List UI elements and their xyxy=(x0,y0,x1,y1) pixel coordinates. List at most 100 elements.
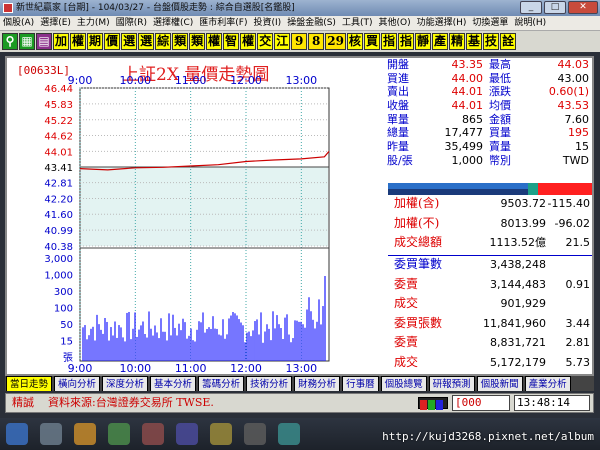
toolbar-button-2[interactable]: 期 xyxy=(87,33,104,50)
volume-tick-label: 100 xyxy=(54,304,73,315)
toolbar-button-15[interactable]: 8 xyxy=(308,33,325,50)
start-icon[interactable] xyxy=(6,423,28,445)
toolbar-button-1[interactable]: 權 xyxy=(70,33,87,50)
market-section: 委買筆數 3,438,248 委賣 3,144,483 0.91 成交 901,929 委買張… xyxy=(388,255,592,372)
toolbar-button-17[interactable]: 核 xyxy=(346,33,363,50)
market-label: 委買筆數 xyxy=(394,257,443,271)
app-icon-1[interactable] xyxy=(108,423,130,445)
tab-6[interactable]: 財務分析 xyxy=(294,376,341,391)
tab-0[interactable]: 當日走勢 xyxy=(6,376,53,391)
toolbar-button-10[interactable]: 智 xyxy=(223,33,240,50)
menu-item-1[interactable]: 選擇(E) xyxy=(40,18,71,28)
index-row: 加權(含) 9503.72 -115.40 xyxy=(388,194,592,214)
tab-5[interactable]: 技術分析 xyxy=(246,376,293,391)
menu-item-5[interactable]: 匯市利率(F) xyxy=(199,18,247,28)
toolbar-button-3[interactable]: 價 xyxy=(104,33,121,50)
menu-item-7[interactable]: 操盤金融(S) xyxy=(287,18,336,28)
toolbar-button-8[interactable]: 類 xyxy=(189,33,206,50)
menu-item-6[interactable]: 投資(I) xyxy=(254,18,282,28)
toolbar-button-26[interactable]: 詮 xyxy=(500,33,517,50)
maximize-button[interactable]: □ xyxy=(544,1,566,14)
quote-label: 幣別 xyxy=(489,153,511,167)
menu-item-0[interactable]: 個股(A) xyxy=(3,18,34,28)
grid-icon[interactable]: ▦ xyxy=(19,33,35,50)
time-tick-label-top: 12:00 xyxy=(230,74,262,87)
volume-tick-label: 張 xyxy=(63,352,73,364)
app-icon-2[interactable] xyxy=(142,423,164,445)
app-icon-4[interactable] xyxy=(210,423,232,445)
toolbar-button-14[interactable]: 9 xyxy=(291,33,308,50)
tab-4[interactable]: 籌碼分析 xyxy=(198,376,245,391)
quote-label: 買量 xyxy=(489,126,511,140)
toolbar-button-18[interactable]: 買 xyxy=(363,33,380,50)
toolbar-button-4[interactable]: 選 xyxy=(121,33,138,50)
toolbar-button-21[interactable]: 靜 xyxy=(414,33,431,50)
time-tick-label-top: 9:00 xyxy=(68,74,93,87)
tab-8[interactable]: 個股總覽 xyxy=(380,376,427,391)
toolbar-button-6[interactable]: 綜 xyxy=(155,33,172,50)
menu-item-4[interactable]: 選擇權(C) xyxy=(153,18,193,28)
toolbar-button-20[interactable]: 指 xyxy=(397,33,414,50)
index-label: 加權(含) xyxy=(394,196,440,210)
quote-value: 17,477 xyxy=(444,126,484,140)
tab-11[interactable]: 產業分析 xyxy=(524,376,571,391)
folder-icon[interactable] xyxy=(74,423,96,445)
app-icon-5[interactable] xyxy=(244,423,266,445)
menu-item-3[interactable]: 國際(R) xyxy=(116,18,147,28)
toolbar-button-22[interactable]: 產 xyxy=(432,33,449,50)
menu-item-11[interactable]: 切換選單 xyxy=(472,18,508,28)
quote-label: 總量 xyxy=(387,126,409,140)
menu-item-10[interactable]: 功能選擇(H) xyxy=(417,18,467,28)
price-tick-label: 42.81 xyxy=(44,179,73,190)
main-panel: [00633L] 上証2X 量價走勢圖 46.44 45.83 45.22 44.62… xyxy=(5,56,594,376)
quote-row: 昨量 35,499 賣量 15 xyxy=(387,140,592,154)
toolbar-button-11[interactable]: 權 xyxy=(240,33,257,50)
volume-tick-label: 1,000 xyxy=(44,271,73,282)
market-row: 成交 5,172,179 5.73 xyxy=(388,353,592,373)
stock-code-input[interactable]: [000 xyxy=(452,395,510,411)
price-tick-label: 44.62 xyxy=(44,131,73,142)
chart-icon[interactable]: ▤ xyxy=(36,33,52,50)
toolbar-button-13[interactable]: 江 xyxy=(274,33,291,50)
tab-10[interactable]: 個股新聞 xyxy=(476,376,523,391)
market-label: 委買張數 xyxy=(394,315,443,330)
tab-1[interactable]: 橫向分析 xyxy=(54,376,101,391)
menu-item-9[interactable]: 其他(O) xyxy=(378,18,410,28)
toolbar-button-16[interactable]: 29 xyxy=(325,33,346,50)
market-row: 委買筆數 3,438,248 xyxy=(388,255,592,275)
tab-3[interactable]: 基本分析 xyxy=(150,376,197,391)
quote-label: 昨量 xyxy=(387,140,409,154)
quote-label: 金額 xyxy=(489,112,511,126)
toolbar-button-24[interactable]: 基 xyxy=(466,33,483,50)
search-icon[interactable]: ⚲ xyxy=(2,33,18,50)
market-label: 成交 xyxy=(394,354,419,369)
market-value: 901,929 xyxy=(500,297,547,310)
toolbar-button-0[interactable]: 加 xyxy=(53,33,70,50)
app-icon xyxy=(3,3,13,13)
quote-row: 買進 44.00 最低 43.00 xyxy=(387,72,592,86)
menu-item-2[interactable]: 主力(M) xyxy=(77,18,110,28)
toolbar: ⚲ ▦ ▤ 加權期價選選綜類類權智權交江 9 8 29 核買指指靜產精基技詮 xyxy=(0,31,600,52)
menu-item-12[interactable]: 說明(H) xyxy=(514,18,546,28)
tab-9[interactable]: 研報預測 xyxy=(428,376,475,391)
toolbar-button-7[interactable]: 類 xyxy=(172,33,189,50)
market-change: 5.73 xyxy=(565,355,591,369)
toolbar-button-25[interactable]: 技 xyxy=(483,33,500,50)
toolbar-button-12[interactable]: 交 xyxy=(257,33,274,50)
tab-2[interactable]: 深度分析 xyxy=(102,376,149,391)
app-icon-6[interactable] xyxy=(278,423,300,445)
menu-item-8[interactable]: 工具(T) xyxy=(342,18,373,28)
os-taskbar: http://kujd3268.pixnet.net/album xyxy=(0,418,600,450)
price-tick-label: 44.01 xyxy=(44,147,73,158)
tab-7[interactable]: 行事曆 xyxy=(342,376,379,391)
toolbar-button-5[interactable]: 選 xyxy=(138,33,155,50)
toolbar-button-9[interactable]: 權 xyxy=(206,33,223,50)
explorer-icon[interactable] xyxy=(40,423,62,445)
toolbar-button-19[interactable]: 指 xyxy=(380,33,397,50)
close-button[interactable]: ✕ xyxy=(568,1,598,14)
minimize-button[interactable]: _ xyxy=(520,1,542,14)
price-chart[interactable]: 46.4445.8345.2244.6244.0143.4142.8142.20… xyxy=(7,58,385,376)
toolbar-button-23[interactable]: 精 xyxy=(449,33,466,50)
app-icon-3[interactable] xyxy=(176,423,198,445)
quote-value: 43.00 xyxy=(557,71,590,85)
